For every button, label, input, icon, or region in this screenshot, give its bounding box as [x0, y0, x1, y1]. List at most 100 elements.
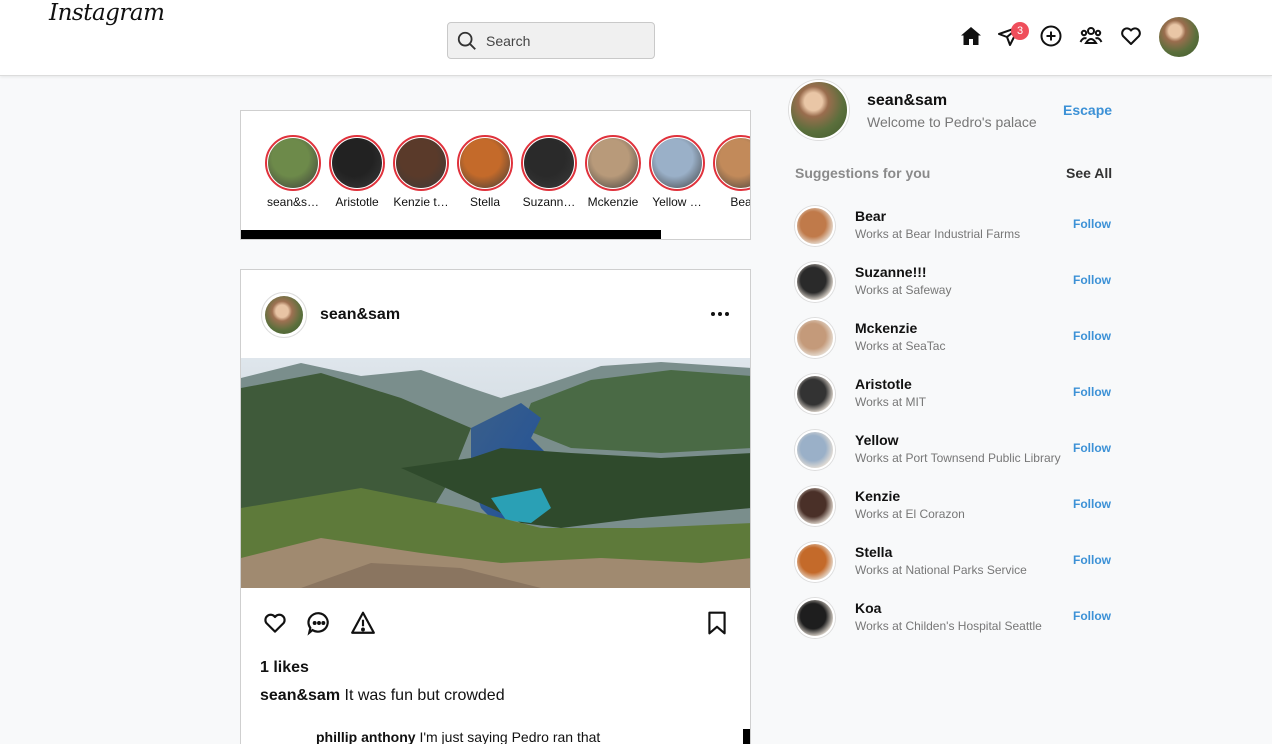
story-item[interactable]: Stella: [455, 135, 515, 209]
comment-author[interactable]: phillip anthony: [316, 729, 416, 744]
see-all-link[interactable]: See All: [1066, 165, 1112, 181]
activity-heart-icon[interactable]: [1119, 24, 1143, 48]
story-name: Yellow …: [652, 195, 702, 209]
suggestion-subtitle: Works at Childen's Hospital Seattle: [855, 619, 1042, 633]
profile-avatar[interactable]: [1159, 17, 1199, 57]
story-ring: [521, 135, 577, 191]
story-avatar: [652, 138, 702, 188]
explore-people-icon[interactable]: [1079, 24, 1103, 48]
current-user-avatar[interactable]: [789, 80, 849, 140]
instagram-logo[interactable]: Instagram: [49, 0, 165, 26]
story-item[interactable]: Mckenzie: [583, 135, 643, 209]
home-icon[interactable]: [959, 24, 983, 48]
suggestion-item: Aristotle Works at MIT Follow: [795, 372, 1115, 414]
like-count: 1 likes: [260, 659, 309, 676]
story-item[interactable]: Yellow …: [647, 135, 707, 209]
suggestion-name[interactable]: Aristotle: [855, 376, 912, 392]
current-user-subtitle: Welcome to Pedro's palace: [867, 114, 1037, 130]
story-ring: [457, 135, 513, 191]
story-item[interactable]: sean&s…: [263, 135, 323, 209]
story-item[interactable]: Bea: [711, 135, 751, 209]
follow-button[interactable]: Follow: [1073, 609, 1111, 623]
suggestion-name[interactable]: Kenzie: [855, 488, 900, 504]
stories-scrollbar[interactable]: [241, 230, 661, 239]
suggestion-subtitle: Works at National Parks Service: [855, 563, 1027, 577]
follow-button[interactable]: Follow: [1073, 329, 1111, 343]
comment-item: phillip anthony I'm just saying Pedro ra…: [316, 729, 600, 744]
story-avatar: [396, 138, 446, 188]
suggestions-title: Suggestions for you: [795, 165, 931, 181]
current-user-name[interactable]: sean&sam: [867, 92, 947, 110]
search-input[interactable]: [486, 31, 646, 51]
suggestion-subtitle: Works at Bear Industrial Farms: [855, 227, 1021, 241]
suggestion-item: Kenzie Works at El Corazon Follow: [795, 484, 1115, 526]
report-warning-icon[interactable]: [350, 610, 376, 636]
suggestion-avatar[interactable]: [795, 374, 835, 414]
story-avatar: [588, 138, 638, 188]
suggestion-avatar[interactable]: [795, 318, 835, 358]
suggestion-avatar[interactable]: [795, 542, 835, 582]
follow-button[interactable]: Follow: [1073, 441, 1111, 455]
suggestion-item: Bear Works at Bear Industrial Farms Foll…: [795, 204, 1115, 246]
post-author-avatar[interactable]: [261, 292, 307, 338]
suggestion-subtitle: Works at El Corazon: [855, 507, 965, 521]
suggestion-name[interactable]: Yellow: [855, 432, 899, 448]
search-box[interactable]: [447, 22, 655, 59]
post-caption: sean&sam It was fun but crowded: [260, 687, 505, 705]
suggestion-avatar[interactable]: [795, 430, 835, 470]
story-ring: [585, 135, 641, 191]
story-item[interactable]: Suzann…: [519, 135, 579, 209]
suggestion-name[interactable]: Suzanne!!!: [855, 264, 927, 280]
add-post-icon[interactable]: [1039, 24, 1063, 48]
follow-button[interactable]: Follow: [1073, 217, 1111, 231]
follow-button[interactable]: Follow: [1073, 273, 1111, 287]
escape-link[interactable]: Escape: [1063, 102, 1112, 118]
suggestion-subtitle: Works at SeaTac: [855, 339, 946, 353]
suggestion-name[interactable]: Koa: [855, 600, 881, 616]
suggestion-avatar[interactable]: [795, 486, 835, 526]
story-item[interactable]: Kenzie t…: [391, 135, 451, 209]
suggestion-name[interactable]: Mckenzie: [855, 320, 917, 336]
caption-author[interactable]: sean&sam: [260, 687, 340, 704]
suggestion-subtitle: Works at Safeway: [855, 283, 952, 297]
suggestion-name[interactable]: Bear: [855, 208, 886, 224]
story-avatar: [716, 138, 750, 188]
story-ring: [393, 135, 449, 191]
story-name: Bea: [730, 195, 751, 209]
suggestion-subtitle: Works at Port Townsend Public Library: [855, 451, 1061, 465]
suggestion-avatar[interactable]: [795, 598, 835, 638]
story-name: Suzann…: [522, 195, 576, 209]
story-name: Kenzie t…: [393, 195, 449, 209]
story-avatar: [268, 138, 318, 188]
story-avatar: [460, 138, 510, 188]
story-ring: [265, 135, 321, 191]
suggestion-item: Suzanne!!! Works at Safeway Follow: [795, 260, 1115, 302]
stories-bar[interactable]: sean&s… Aristotle Kenzie t… Stella Suzan…: [240, 110, 751, 240]
story-name: Mckenzie: [587, 195, 639, 209]
story-ring: [649, 135, 705, 191]
story-name: Aristotle: [335, 195, 379, 209]
post-photo-lake-landscape[interactable]: [241, 358, 751, 588]
comment-icon[interactable]: [306, 610, 332, 636]
follow-button[interactable]: Follow: [1073, 385, 1111, 399]
story-item[interactable]: Aristotle: [327, 135, 387, 209]
suggestion-avatar[interactable]: [795, 206, 835, 246]
suggestion-subtitle: Works at MIT: [855, 395, 927, 409]
follow-button[interactable]: Follow: [1073, 553, 1111, 567]
like-heart-icon[interactable]: [262, 610, 288, 636]
suggestion-item: Stella Works at National Parks Service F…: [795, 540, 1115, 582]
more-options-icon[interactable]: [707, 305, 733, 323]
story-name: sean&s…: [266, 195, 320, 209]
comment-text: I'm just saying Pedro ran that: [419, 729, 601, 744]
follow-button[interactable]: Follow: [1073, 497, 1111, 511]
comments-scrollbar[interactable]: [743, 729, 750, 744]
messages-badge: 3: [1011, 22, 1029, 40]
suggestion-item: Koa Works at Childen's Hospital Seattle …: [795, 596, 1115, 638]
story-avatar: [332, 138, 382, 188]
bookmark-icon[interactable]: [704, 610, 730, 636]
suggestion-name[interactable]: Stella: [855, 544, 892, 560]
story-avatar: [524, 138, 574, 188]
suggestion-avatar[interactable]: [795, 262, 835, 302]
post-author-name[interactable]: sean&sam: [320, 306, 400, 324]
suggestion-item: Yellow Works at Port Townsend Public Lib…: [795, 428, 1115, 470]
